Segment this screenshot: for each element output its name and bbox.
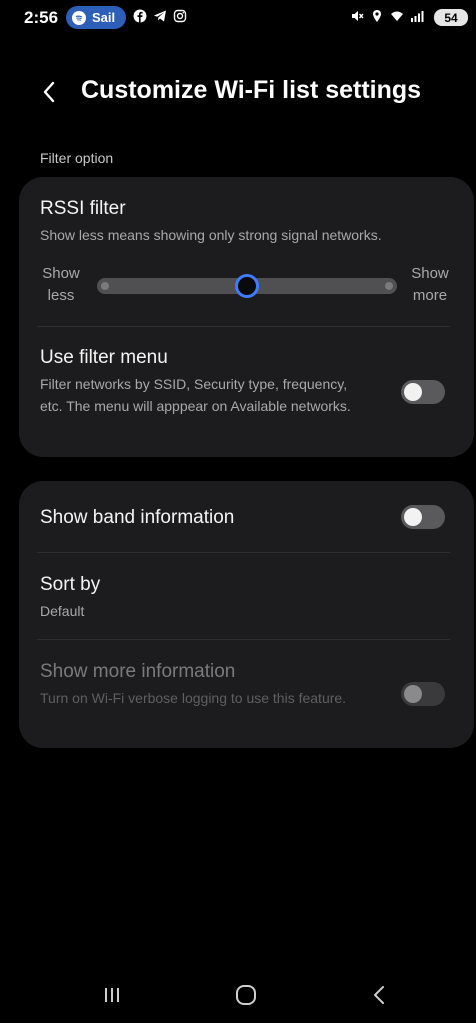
show-more-information-subtitle: Turn on Wi-Fi verbose logging to use thi… [40,690,347,706]
use-filter-menu-title: Use filter menu [40,347,168,368]
back-button[interactable] [36,78,62,106]
use-filter-menu-toggle[interactable] [401,380,445,404]
notification-icons [133,9,187,28]
use-filter-menu-subtitle: Filter networks by SSID, Security type, … [40,376,351,414]
sort-by-value: Default [40,603,85,619]
status-bar: 2:56 Sail 54 [0,0,476,38]
battery-level: 54 [444,10,458,25]
divider [37,639,450,640]
facebook-icon [133,9,147,28]
rssi-filter-subtitle: Show less means showing only strong sign… [40,227,382,243]
rssi-filter-title: RSSI filter [40,198,126,219]
spotify-pill[interactable]: Sail [66,6,126,29]
show-band-information-toggle[interactable] [401,505,445,529]
toggle-knob [404,383,422,401]
toggle-knob [404,508,422,526]
system-status-icons [350,9,424,28]
slider-max-tick [385,282,393,290]
status-time: 2:56 [24,8,59,27]
section-label-filter-option: Filter option [40,150,114,166]
telegram-icon [153,9,167,28]
recent-apps-icon [105,988,119,1002]
divider [37,552,450,553]
navigation-bar [0,970,476,1020]
sort-by-title: Sort by [40,574,101,595]
battery-indicator: 54 [434,9,468,26]
screen: 2:56 Sail 54 Customize Wi-Fi list settin… [0,0,476,1023]
spotify-label: Sail [92,10,116,25]
mute-icon [350,9,364,28]
slider-label-show-less: Show less [42,265,80,304]
app-header: Customize Wi-Fi list settings [0,70,476,114]
page-title: Customize Wi-Fi list settings [81,76,422,104]
slider-min-tick [101,282,109,290]
recent-apps-button[interactable] [92,980,132,1010]
chevron-left-icon [43,81,55,103]
location-icon [370,9,384,28]
back-icon [374,986,384,1004]
instagram-icon [173,9,187,28]
show-more-information-toggle [401,682,445,706]
home-icon [236,985,256,1005]
wifi-icon [390,9,404,28]
rssi-slider-thumb[interactable] [235,274,259,298]
spotify-icon [72,10,86,25]
toggle-knob [404,685,422,703]
filter-options-card: RSSI filter Show less means showing only… [19,177,474,457]
divider [37,326,450,327]
system-back-button[interactable] [360,980,400,1010]
slider-label-show-more: Show more [411,265,449,304]
signal-icon [410,9,424,28]
show-more-information-title: Show more information [40,661,236,682]
display-options-card: Show band information Sort by Default Sh… [19,481,474,748]
show-band-information-title: Show band information [40,507,235,528]
home-button[interactable] [226,980,266,1010]
